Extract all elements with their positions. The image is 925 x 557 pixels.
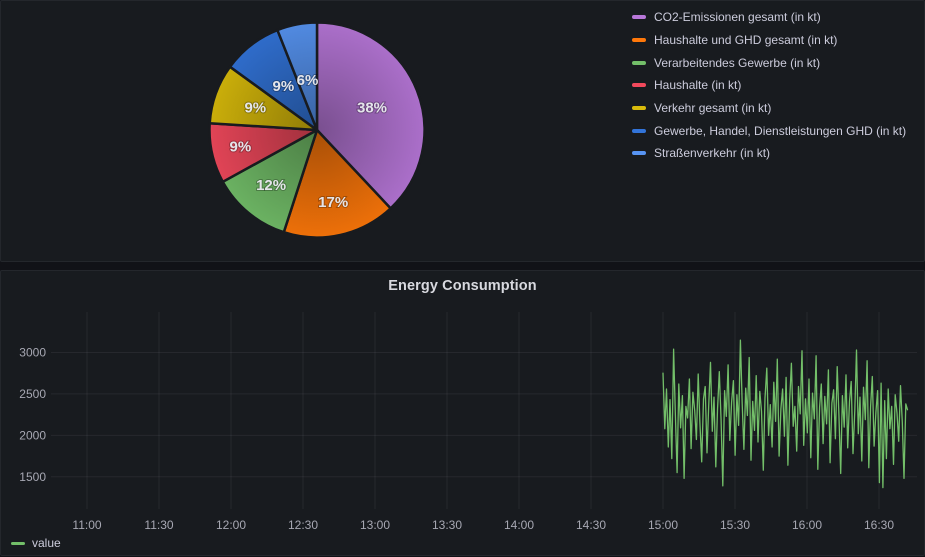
timeseries-panel: Energy Consumption 150020002500300011:00… — [0, 270, 925, 556]
pie-legend-item-2[interactable]: Haushalte und GHD gesamt (in kt) — [632, 29, 922, 52]
pie-legend-item-6[interactable]: Gewerbe, Handel, Dienstleistungen GHD (i… — [632, 119, 922, 142]
legend-color-swatch — [632, 15, 646, 19]
x-axis-tick-label: 16:00 — [792, 518, 822, 532]
y-axis-tick-label: 1500 — [19, 470, 46, 484]
pie-slice-percent-label: 17% — [318, 194, 348, 211]
x-axis-tick-label: 12:00 — [216, 518, 246, 532]
series-legend-label: value — [32, 536, 61, 550]
legend-label: Verarbeitendes Gewerbe (in kt) — [654, 56, 820, 70]
x-axis-tick-label: 16:30 — [864, 518, 894, 532]
x-axis-tick-label: 15:30 — [720, 518, 750, 532]
pie-legend-item-4[interactable]: Haushalte (in kt) — [632, 74, 922, 97]
pie-legend: CO2-Emissionen gesamt (in kt) Haushalte u… — [632, 6, 922, 165]
series-line-value — [663, 340, 908, 488]
y-axis-tick-label: 3000 — [19, 346, 46, 360]
legend-label: Straßenverkehr (in kt) — [654, 146, 770, 160]
pie-legend-item-3[interactable]: Verarbeitendes Gewerbe (in kt) — [632, 51, 922, 74]
x-axis-tick-label: 12:30 — [288, 518, 318, 532]
x-axis-tick-label: 13:30 — [432, 518, 462, 532]
x-axis-tick-label: 11:30 — [144, 518, 173, 532]
y-axis-tick-label: 2000 — [19, 428, 46, 442]
timeseries-legend-item[interactable]: value — [11, 536, 61, 550]
y-axis-tick-label: 2500 — [19, 387, 46, 401]
pie-slice-percent-label: 12% — [256, 177, 286, 194]
legend-color-swatch — [632, 61, 646, 65]
pie-slice-percent-label: 9% — [244, 99, 266, 116]
pie-legend-item-7[interactable]: Straßenverkehr (in kt) — [632, 142, 922, 165]
legend-color-swatch — [632, 83, 646, 87]
x-axis-tick-label: 15:00 — [648, 518, 678, 532]
pie-slice-percent-label: 38% — [357, 100, 387, 117]
legend-color-swatch — [632, 129, 646, 133]
legend-label: Haushalte (in kt) — [654, 78, 741, 92]
x-axis-tick-label: 14:30 — [576, 518, 606, 532]
legend-label: Gewerbe, Handel, Dienstleistungen GHD (i… — [654, 124, 906, 138]
legend-color-swatch — [632, 151, 646, 155]
series-color-swatch — [11, 542, 25, 545]
legend-color-swatch — [632, 38, 646, 42]
x-axis-tick-label: 14:00 — [504, 518, 534, 532]
x-axis-tick-label: 11:00 — [72, 518, 101, 532]
pie-slice-percent-label: 6% — [297, 72, 319, 89]
pie-legend-item-5[interactable]: Verkehr gesamt (in kt) — [632, 97, 922, 120]
x-axis-tick-label: 13:00 — [360, 518, 390, 532]
legend-label: CO2-Emissionen gesamt (in kt) — [654, 10, 821, 24]
timeseries-chart[interactable]: 1500 2000 2500 3000 11:00 11:30 12:00 12:30 13:0… — [1, 271, 925, 557]
legend-label: Haushalte und GHD gesamt (in kt) — [654, 33, 837, 47]
pie-chart-panel: 38%17%12%9%9%9%6% CO2-Emissionen gesamt … — [0, 0, 925, 262]
pie-slice-percent-label: 9% — [230, 139, 252, 156]
pie-slice-percent-label: 9% — [273, 78, 295, 95]
legend-label: Verkehr gesamt (in kt) — [654, 101, 771, 115]
pie-legend-item-1[interactable]: CO2-Emissionen gesamt (in kt) — [632, 6, 922, 29]
legend-color-swatch — [632, 106, 646, 110]
